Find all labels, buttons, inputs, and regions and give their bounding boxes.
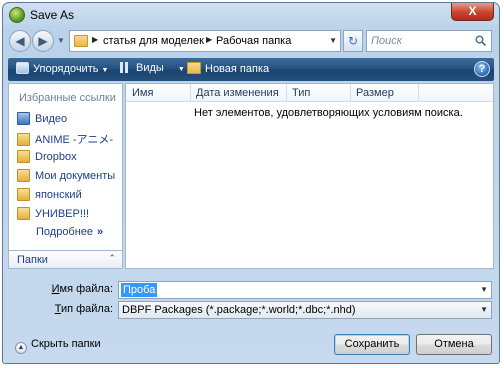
file-list[interactable]: Имя Дата изменения Тип Размер Нет элемен… (125, 83, 494, 269)
more-links-button[interactable]: Подробнее» (36, 226, 103, 238)
filetype-value: DBPF Packages (*.package;*.world;*.dbc;*… (122, 304, 356, 316)
column-header-date[interactable]: Дата изменения (196, 87, 279, 99)
breadcrumb-separator-icon[interactable]: ▶ (92, 35, 98, 44)
chevron-down-icon[interactable]: ▼ (480, 285, 488, 294)
folders-label: Папки (17, 254, 48, 266)
refresh-button[interactable]: ↻ (343, 30, 363, 52)
column-divider[interactable] (418, 84, 419, 102)
new-folder-label: Новая папка (205, 63, 270, 75)
back-button[interactable]: ◀ (9, 30, 31, 52)
organize-label: Упорядочить (33, 63, 99, 75)
column-header-name[interactable]: Имя (132, 87, 153, 99)
cancel-button[interactable]: Отмена (416, 334, 492, 355)
address-row: ◀ ▶ ▼ ▶ статья для моделек ▶ Рабочая пап… (3, 29, 499, 55)
column-divider[interactable] (350, 84, 351, 102)
favorite-link-video[interactable]: Видео (17, 112, 67, 129)
refresh-icon: ↻ (347, 34, 359, 48)
column-divider[interactable] (190, 84, 191, 102)
chevron-down-icon: ▼ (101, 67, 109, 74)
favorite-link-label: ANIME -アニメ- (35, 134, 113, 146)
new-folder-icon (187, 62, 201, 74)
command-toolbar: Упорядочить ▼ Виды ▼ Новая папка ? (8, 58, 494, 81)
folder-icon (17, 207, 30, 220)
folder-icon (17, 150, 30, 163)
chevron-down-icon: ▼ (177, 66, 185, 73)
favorite-link-documents[interactable]: Мои документы (17, 169, 115, 186)
recent-pages-dropdown[interactable]: ▼ (57, 36, 65, 45)
new-folder-button[interactable]: Новая папка (187, 62, 269, 75)
breadcrumb-separator-icon[interactable]: ▶ (206, 35, 212, 44)
organize-icon (16, 62, 29, 74)
organize-button[interactable]: Упорядочить ▼ (16, 62, 108, 75)
title-bar: Save As X (3, 3, 499, 27)
filetype-label: Тип файла: (54, 303, 113, 315)
forward-button[interactable]: ▶ (32, 30, 54, 52)
search-placeholder: Поиск (371, 35, 402, 47)
favorite-link-label: Мои документы (35, 170, 116, 182)
column-divider[interactable] (286, 84, 287, 102)
save-as-dialog: Save As X ◀ ▶ ▼ ▶ статья для моделек ▶ Р… (2, 2, 500, 364)
folders-toggle[interactable]: Папки ⌃ (9, 250, 122, 268)
search-input[interactable]: Поиск (366, 30, 492, 52)
views-icon (120, 62, 132, 73)
hide-folders-button[interactable]: ▲ Скрыть папки (15, 338, 101, 354)
back-arrow-icon: ◀ (15, 34, 25, 48)
window-title: Save As (30, 8, 75, 22)
favorite-link-anime[interactable]: ANIME -アニメ- (17, 131, 113, 148)
close-button[interactable]: X (451, 3, 494, 21)
more-links-label: Подробнее (36, 226, 94, 238)
column-header-size[interactable]: Размер (356, 87, 394, 99)
hide-folders-label: Скрыть папки (31, 338, 101, 350)
chevron-up-icon: ▲ (15, 342, 27, 354)
address-dropdown-icon[interactable]: ▼ (329, 36, 337, 45)
breadcrumb-item[interactable]: статья для моделек (103, 35, 204, 47)
breadcrumb-item[interactable]: Рабочая папка (216, 35, 291, 47)
favorite-link-japanese[interactable]: японский (17, 188, 82, 205)
navigation-pane: Избранные ссылки Видео ANIME -アニメ- Dropb… (8, 83, 123, 269)
column-headers: Имя Дата изменения Тип Размер (126, 84, 493, 102)
address-bar[interactable]: ▶ статья для моделек ▶ Рабочая папка ▼ (69, 30, 341, 52)
filename-value[interactable]: Проба (121, 283, 158, 297)
folder-icon (17, 133, 30, 146)
chevron-down-icon: ▼ (480, 305, 488, 314)
column-header-type[interactable]: Тип (292, 87, 310, 99)
help-icon[interactable]: ? (474, 61, 490, 77)
double-chevron-right-icon: » (97, 226, 104, 238)
views-button[interactable]: Виды ▼ (120, 62, 185, 74)
favorites-header: Избранные ссылки (19, 92, 116, 104)
search-icon (475, 35, 486, 46)
favorite-link-label: японский (35, 189, 82, 201)
favorite-link-dropbox[interactable]: Dropbox (17, 150, 77, 167)
chevron-up-icon: ⌃ (108, 253, 116, 263)
folder-icon (74, 35, 88, 47)
folder-icon (17, 188, 30, 201)
empty-list-message: Нет элементов, удовлетворяющих условиям … (194, 107, 463, 119)
filename-label: Имя файла: (51, 283, 113, 295)
favorite-link-label: Видео (35, 113, 68, 125)
views-label: Виды (136, 62, 164, 74)
filename-field[interactable]: Проба ▼ (118, 281, 492, 299)
video-folder-icon (17, 112, 30, 125)
folder-icon (17, 169, 30, 182)
save-button[interactable]: Сохранить (334, 334, 410, 355)
favorite-link-label: УНИВЕР!!! (35, 208, 90, 220)
forward-arrow-icon: ▶ (38, 34, 48, 48)
filetype-select[interactable]: DBPF Packages (*.package;*.world;*.dbc;*… (118, 301, 492, 319)
favorite-link-label: Dropbox (35, 151, 77, 163)
favorite-link-univer[interactable]: УНИВЕР!!! (17, 207, 89, 224)
app-icon (9, 7, 25, 23)
